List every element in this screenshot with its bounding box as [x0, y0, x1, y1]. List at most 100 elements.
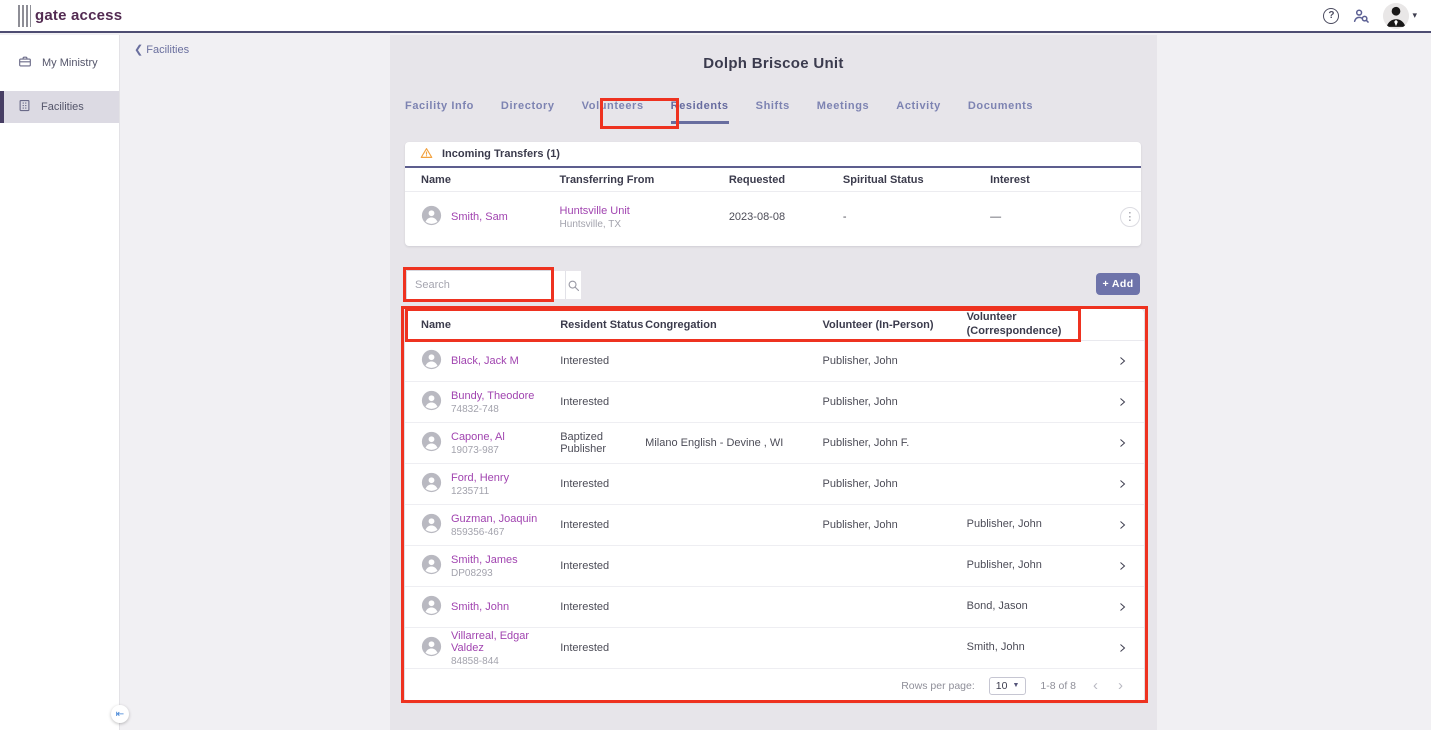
avatar-icon	[421, 513, 442, 537]
page-range: 1-8 of 8	[1040, 679, 1076, 692]
add-button[interactable]: + Add	[1096, 273, 1140, 295]
avatar-icon	[421, 390, 442, 414]
person-search-icon[interactable]	[1351, 7, 1371, 25]
column-header: Transferring From	[559, 173, 655, 186]
tab-residents[interactable]: Residents	[670, 100, 729, 124]
resident-id: 84858-844	[451, 655, 499, 667]
column-header: Resident Status	[560, 318, 644, 331]
tab-documents[interactable]: Documents	[968, 100, 1033, 124]
volunteer-in-person: Publisher, John	[822, 355, 898, 367]
volunteer-in-person: Publisher, John	[822, 519, 898, 531]
tab-volunteers[interactable]: Volunteers	[582, 100, 644, 124]
row-chevron-icon[interactable]	[1116, 559, 1128, 573]
topbar: gate access ? ▾	[0, 0, 1431, 33]
briefcase-icon	[17, 54, 33, 72]
resident-name-link[interactable]: Bundy, Theodore	[451, 390, 534, 402]
row-chevron-icon[interactable]	[1116, 518, 1128, 532]
sidebar-item-facilities[interactable]: Facilities	[0, 91, 119, 123]
volunteer-correspondence: Publisher, John	[966, 559, 1042, 572]
row-chevron-icon[interactable]	[1116, 641, 1128, 655]
resident-id: DP08293	[451, 567, 493, 579]
logo-text: gate access	[35, 7, 123, 24]
chevron-left-icon: ❮	[134, 44, 147, 56]
user-menu[interactable]: ▾	[1383, 2, 1417, 29]
resident-status: Interested	[560, 560, 610, 572]
warning-icon	[419, 146, 434, 163]
resident-id: 19073-987	[451, 444, 499, 456]
search-input[interactable]	[407, 271, 565, 299]
search-icon[interactable]	[565, 271, 581, 299]
resident-row[interactable]: Black, Jack M Interested Publisher, John	[405, 341, 1144, 382]
sidebar-collapse-button[interactable]: ⇤	[111, 705, 129, 723]
sidebar: My Ministry Facilities	[0, 35, 120, 730]
resident-row[interactable]: Guzman, Joaquin 859356-467 Interested Publi…	[405, 505, 1144, 546]
volunteer-in-person: Publisher, John	[822, 478, 898, 490]
caret-down-icon: ▼	[1012, 682, 1020, 689]
tab-directory[interactable]: Directory	[501, 100, 555, 124]
volunteer-in-person: Publisher, John F.	[822, 437, 910, 449]
avatar-icon	[421, 636, 442, 660]
resident-name-link[interactable]: Capone, Al	[451, 431, 505, 443]
resident-name-link[interactable]: Black, Jack M	[451, 355, 519, 367]
transfer-row[interactable]: Smith, Sam Huntsville Unit Huntsville, TX 2…	[405, 192, 1141, 242]
previous-page-icon[interactable]: ‹	[1090, 678, 1101, 693]
residents-table: Name Resident Status Congregation Volunteer…	[405, 309, 1144, 702]
caret-down-icon[interactable]: ▾	[1412, 10, 1417, 21]
volunteer-correspondence: Publisher, John	[966, 518, 1042, 531]
building-icon	[17, 98, 32, 116]
avatar-icon	[421, 595, 442, 619]
rows-per-page-select[interactable]: 10 ▼	[988, 676, 1027, 695]
rows-per-page-label: Rows per page:	[901, 679, 975, 692]
resident-row[interactable]: Capone, Al 19073-987 Baptized Publisher Mil…	[405, 423, 1144, 464]
column-header: Volunteer (Correspondence)	[966, 310, 1062, 337]
transfer-from-unit-link[interactable]: Huntsville Unit	[560, 205, 729, 217]
resident-row[interactable]: Smith, John Interested Bond, Jason	[405, 587, 1144, 628]
resident-status: Interested	[560, 601, 610, 613]
incoming-transfers-header: Incoming Transfers (1)	[405, 142, 1141, 168]
resident-status: Interested	[560, 396, 610, 408]
breadcrumb[interactable]: ❮ Facilities	[134, 43, 189, 56]
column-header: Name	[421, 173, 451, 186]
row-chevron-icon[interactable]	[1116, 395, 1128, 409]
avatar-icon	[421, 554, 442, 578]
transfer-spiritual-status: -	[842, 211, 847, 223]
row-chevron-icon[interactable]	[1116, 477, 1128, 491]
tab-activity[interactable]: Activity	[896, 100, 941, 124]
avatar-icon	[421, 431, 442, 455]
transfer-name-link[interactable]: Smith, Sam	[451, 211, 508, 223]
resident-name-link[interactable]: Guzman, Joaquin	[451, 513, 537, 525]
row-menu-icon[interactable]: ⋮	[1119, 207, 1140, 227]
transfers-table-header: Name Transferring From Requested Spiritual …	[405, 168, 1141, 192]
tab-shifts[interactable]: Shifts	[756, 100, 790, 124]
volunteer-in-person: Publisher, John	[822, 396, 898, 408]
resident-status: Interested	[560, 642, 610, 654]
resident-row[interactable]: Ford, Henry 1235711 Interested Publisher, J…	[405, 464, 1144, 505]
volunteer-correspondence: Bond, Jason	[966, 600, 1028, 613]
transfer-interest: —	[990, 211, 1002, 223]
next-page-icon[interactable]: ›	[1115, 678, 1126, 693]
row-chevron-icon[interactable]	[1116, 600, 1128, 614]
resident-row[interactable]: Villarreal, Edgar Valdez 84858-844 Interes…	[405, 628, 1144, 669]
tab-facility-info[interactable]: Facility Info	[405, 100, 474, 124]
resident-row[interactable]: Smith, James DP08293 Interested Publisher, …	[405, 546, 1144, 587]
row-chevron-icon[interactable]	[1116, 354, 1128, 368]
tab-meetings[interactable]: Meetings	[817, 100, 869, 124]
resident-row[interactable]: Bundy, Theodore 74832-748 Interested Publis…	[405, 382, 1144, 423]
app-window: gate access ? ▾ My Ministry Facilities ❮…	[0, 0, 1431, 730]
transfer-requested-date: 2023-08-08	[728, 211, 786, 223]
pagination: Rows per page: 10 ▼ 1-8 of 8 ‹ ›	[405, 669, 1144, 702]
resident-name-link[interactable]: Villarreal, Edgar Valdez	[451, 630, 560, 654]
logo-bars-icon	[18, 4, 31, 27]
row-chevron-icon[interactable]	[1116, 436, 1128, 450]
residents-table-header: Name Resident Status Congregation Volunteer…	[405, 309, 1144, 341]
help-icon[interactable]: ?	[1323, 7, 1340, 24]
column-header: Volunteer (In-Person)	[822, 318, 934, 331]
resident-name-link[interactable]: Ford, Henry	[451, 472, 509, 484]
resident-name-link[interactable]: Smith, James	[451, 554, 518, 566]
resident-status: Interested	[560, 478, 610, 490]
sidebar-item-my-ministry[interactable]: My Ministry	[0, 47, 119, 79]
volunteer-correspondence: Smith, John	[966, 641, 1025, 654]
avatar[interactable]	[1383, 2, 1410, 29]
sidebar-item-label: My Ministry	[42, 57, 98, 69]
resident-name-link[interactable]: Smith, John	[451, 601, 509, 613]
